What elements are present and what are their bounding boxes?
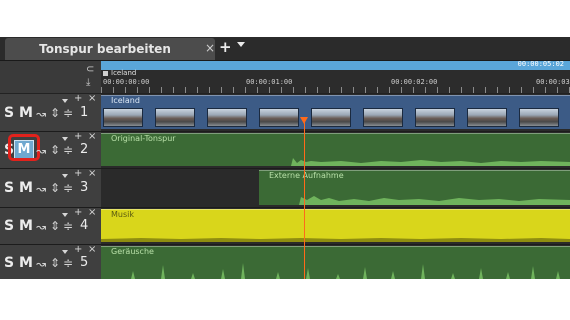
track-height-icon[interactable]: ≑ (63, 219, 73, 233)
app-window: Tonspur bearbeiten × + ⊂ ⤓ 00:00:05:02 I… (0, 37, 570, 279)
add-track-icon[interactable]: + (74, 168, 82, 179)
clip-title: Musik (111, 210, 134, 219)
audio-clip[interactable]: Geräusche (101, 246, 570, 279)
audio-waveform (101, 158, 570, 166)
ruler-label: 00:00:01:00 (246, 78, 293, 86)
clip-title: Original-Tonspur (111, 134, 176, 143)
move-up-down-icon[interactable]: ⇕ (50, 181, 60, 195)
clip-title: Geräusche (111, 247, 154, 256)
add-track-icon[interactable]: + (74, 93, 82, 104)
move-up-down-icon[interactable]: ⇕ (50, 106, 60, 120)
music-clip[interactable]: Musik (101, 209, 570, 242)
track-lane-1[interactable]: Iceland (101, 94, 570, 132)
track-number: 2 (80, 142, 89, 157)
snap-tool-icon[interactable]: ⤓ (86, 77, 90, 88)
solo-button[interactable]: S (4, 255, 14, 271)
clip-thumbnail (519, 108, 559, 127)
solo-button[interactable]: S (4, 180, 14, 196)
remove-track-icon[interactable]: × (88, 93, 96, 104)
ruler-ticks (101, 87, 570, 93)
move-up-down-icon[interactable]: ⇕ (50, 219, 60, 233)
track-height-icon[interactable]: ≑ (63, 181, 73, 195)
clip-title: Externe Aufnahme (269, 171, 344, 180)
record-arm-icon[interactable]: ↝ (36, 144, 46, 158)
clip-thumbnail (311, 108, 351, 127)
add-track-icon[interactable]: + (74, 244, 82, 255)
ruler-label: 00:00:02:00 (391, 78, 438, 86)
track-lane-2[interactable]: Original-Tonspur (101, 132, 570, 169)
move-up-down-icon[interactable]: ⇕ (50, 143, 60, 157)
remove-track-icon[interactable]: × (88, 131, 96, 142)
chevron-down-icon[interactable] (62, 213, 68, 217)
solo-button[interactable]: S (4, 218, 14, 234)
ruler-project-name: Iceland (111, 69, 137, 77)
tab-bar: Tonspur bearbeiten × + (0, 37, 570, 61)
clip-thumbnail (467, 108, 507, 127)
track-height-icon[interactable]: ≑ (63, 256, 73, 270)
track-height-icon[interactable]: ≑ (63, 106, 73, 120)
solo-button[interactable]: S (4, 105, 14, 121)
clip-thumbnail (155, 108, 195, 127)
track-number: 5 (80, 255, 89, 270)
audio-clip[interactable]: Externe Aufnahme (259, 170, 570, 205)
tab-title: Tonspur bearbeiten (39, 42, 171, 56)
marker-flag-icon (103, 71, 108, 76)
add-track-icon[interactable]: + (74, 131, 82, 142)
record-arm-icon[interactable]: ↝ (36, 220, 46, 234)
audio-clip[interactable]: Original-Tonspur (101, 133, 570, 166)
clip-thumbnail (415, 108, 455, 127)
new-tab-plus-icon[interactable]: + (219, 38, 232, 56)
ruler-timecode: 00:00:05:02 (517, 60, 564, 68)
record-arm-icon[interactable]: ↝ (36, 182, 46, 196)
playhead[interactable] (304, 118, 305, 279)
tab-tonspur-bearbeiten[interactable]: Tonspur bearbeiten × (5, 38, 215, 60)
close-tab-icon[interactable]: × (205, 41, 215, 55)
track-header-top: ⊂ ⤓ (0, 61, 101, 94)
chevron-down-icon[interactable] (62, 99, 68, 103)
record-arm-icon[interactable]: ↝ (36, 107, 46, 121)
tab-dropdown-chevron-icon[interactable] (237, 42, 245, 47)
track-header-2: + × S M ↝ ⇕ ≑ 2 (0, 131, 101, 169)
ruler-label: 00:00:00:00 (103, 78, 150, 86)
audio-waveform (101, 263, 570, 279)
track-number: 3 (80, 180, 89, 195)
track-header-5: + × S M ↝ ⇕ ≑ 5 (0, 244, 101, 279)
clip-thumbnail (103, 108, 143, 127)
clip-thumbnail (207, 108, 247, 127)
clip-title: Iceland (111, 96, 140, 105)
timeline-ruler[interactable]: 00:00:05:02 Iceland 00:00:00:00 00:00:01… (101, 60, 570, 94)
chevron-down-icon[interactable] (62, 250, 68, 254)
record-arm-icon[interactable]: ↝ (36, 257, 46, 271)
ruler-label: 00:00:03:00 (536, 78, 570, 86)
mute-button[interactable]: M (19, 218, 33, 234)
add-track-icon[interactable]: + (74, 207, 82, 218)
ruler-range-bar[interactable]: 00:00:05:02 (101, 60, 570, 70)
track-height-icon[interactable]: ≑ (63, 143, 73, 157)
chevron-down-icon[interactable] (62, 174, 68, 178)
mute-button[interactable]: M (19, 180, 33, 196)
link-tool-icon[interactable]: ⊂ (86, 64, 94, 75)
track-lane-5[interactable]: Geräusche (101, 245, 570, 279)
track-lane-3[interactable]: Externe Aufnahme (101, 169, 570, 208)
track-number: 1 (80, 105, 89, 120)
remove-track-icon[interactable]: × (88, 207, 96, 218)
video-clip[interactable]: Iceland (101, 95, 570, 129)
audio-waveform (259, 196, 570, 205)
chevron-down-icon[interactable] (62, 137, 68, 141)
remove-track-icon[interactable]: × (88, 168, 96, 179)
audio-waveform (101, 238, 570, 242)
track-lane-4[interactable]: Musik (101, 208, 570, 245)
mute-button[interactable]: M (19, 105, 33, 121)
move-up-down-icon[interactable]: ⇕ (50, 256, 60, 270)
remove-track-icon[interactable]: × (88, 244, 96, 255)
clip-thumbnail (363, 108, 403, 127)
mute-button[interactable]: M (19, 255, 33, 271)
clip-thumbnail (259, 108, 299, 127)
track-number: 4 (80, 218, 89, 233)
track-header-3: + × S M ↝ ⇕ ≑ 3 (0, 168, 101, 208)
track-header-4: + × S M ↝ ⇕ ≑ 4 (0, 207, 101, 245)
track-header-1: + × S M ↝ ⇕ ≑ 1 (0, 93, 101, 132)
